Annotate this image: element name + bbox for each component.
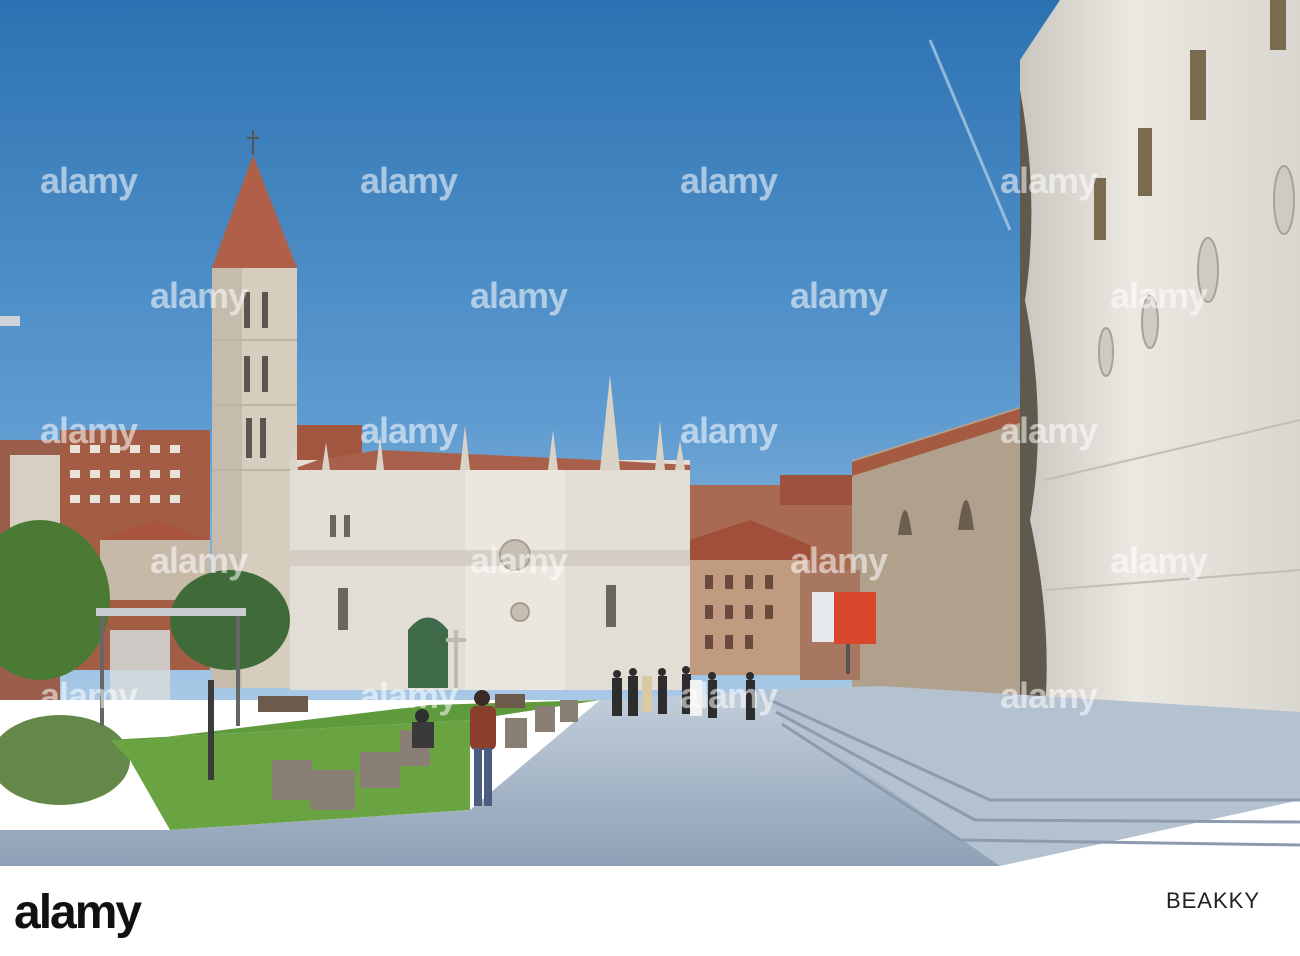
alamy-logo: alamy bbox=[14, 884, 174, 949]
woman-walking bbox=[470, 690, 496, 806]
alamy-logo-text: alamy bbox=[14, 886, 142, 939]
stone-facade bbox=[1020, 0, 1300, 720]
footer-bar: alamy BEAKKY bbox=[0, 866, 1300, 956]
lamp-post bbox=[208, 680, 214, 780]
image-id: BEAKKY bbox=[1165, 888, 1260, 913]
photograph bbox=[0, 0, 1300, 866]
